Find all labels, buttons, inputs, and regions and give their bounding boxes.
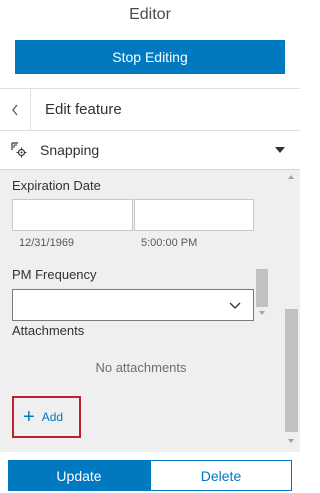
snapping-icon: [11, 142, 27, 158]
stop-editing-button[interactable]: Stop Editing: [15, 40, 285, 74]
inner-scrollbar-thumb[interactable]: [256, 269, 268, 307]
add-attachment-button[interactable]: + Add: [12, 396, 81, 438]
scroll-down-arrow-icon[interactable]: [259, 311, 265, 315]
chevron-down-icon: [229, 302, 241, 309]
expiration-time-value: 5:00:00 PM: [141, 237, 198, 249]
delete-button[interactable]: Delete: [150, 460, 292, 491]
add-attachment-label: Add: [41, 410, 64, 424]
no-attachments-text: No attachments: [95, 360, 187, 375]
caret-down-icon: [275, 147, 285, 153]
expiration-date-label: Expiration Date: [12, 178, 101, 193]
plus-icon: +: [23, 406, 35, 428]
expiration-date-value: 12/31/1969: [19, 237, 75, 249]
pm-frequency-label: PM Frequency: [12, 267, 97, 282]
expiration-date-input[interactable]: [12, 199, 133, 231]
feature-header: Edit feature: [0, 88, 300, 131]
pm-frequency-select[interactable]: [12, 289, 254, 321]
action-bar: Update Delete: [8, 460, 292, 491]
back-button[interactable]: [0, 88, 31, 131]
update-button[interactable]: Update: [8, 460, 150, 491]
panel-title: Editor: [129, 6, 171, 23]
chevron-left-icon: [12, 104, 18, 115]
inner-scrollbar[interactable]: [255, 170, 270, 320]
snapping-label: Snapping: [40, 142, 100, 158]
scroll-up-arrow-icon[interactable]: [288, 175, 294, 179]
panel-scrollbar[interactable]: [283, 170, 300, 452]
snapping-dropdown[interactable]: Snapping: [0, 131, 300, 169]
panel-scrollbar-thumb[interactable]: [285, 309, 298, 432]
attachments-label: Attachments: [12, 323, 85, 338]
scroll-down-arrow-icon[interactable]: [288, 439, 294, 443]
feature-title: Edit feature: [45, 101, 122, 118]
expiration-time-input[interactable]: [134, 199, 254, 231]
feature-form: Expiration Date 12/31/1969 5:00:00 PM PM…: [0, 169, 300, 452]
